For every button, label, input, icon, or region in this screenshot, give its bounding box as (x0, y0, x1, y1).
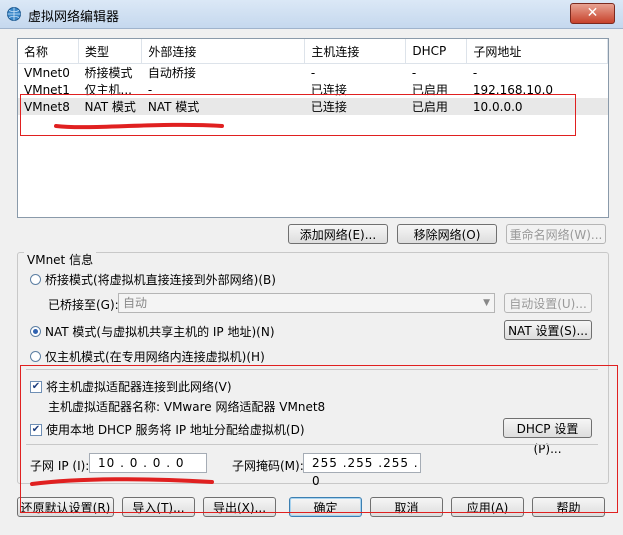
bridged-to-select[interactable]: 自动 ▼ (118, 293, 495, 313)
add-network-button[interactable]: 添加网络(E)... (288, 224, 388, 244)
bridged-to-value: 自动 (123, 296, 148, 310)
host-only-mode-label: 仅主机模式(在专用网络内连接虚拟机)(H) (45, 350, 265, 364)
annotation-underline-vmnet8 (54, 122, 224, 130)
column-header-type[interactable]: 类型 (78, 39, 143, 64)
cell-subnet: - (472, 65, 478, 80)
cell-type: 桥接模式 (84, 66, 133, 80)
close-button[interactable]: ✕ (570, 3, 615, 24)
cell-name: VMnet0 (24, 65, 70, 80)
cell-external: 自动桥接 (147, 66, 196, 80)
rename-network-button[interactable]: 重命名网络(W)... (506, 224, 606, 244)
cell-host: - (310, 65, 316, 80)
column-header-external[interactable]: 外部连接 (141, 39, 306, 64)
vmnet-info-title: VMnet 信息 (24, 251, 97, 268)
radio-indicator (30, 351, 41, 362)
nat-mode-radio[interactable]: NAT 模式(与虚拟机共享主机的 IP 地址)(N) (30, 323, 275, 340)
radio-indicator (30, 274, 41, 285)
column-header-subnet[interactable]: 子网地址 (466, 39, 608, 64)
window-title: 虚拟网络编辑器 (28, 10, 120, 25)
cell-dhcp: - (411, 65, 417, 80)
host-only-mode-radio[interactable]: 仅主机模式(在专用网络内连接虚拟机)(H) (30, 348, 265, 365)
table-header-row: 名称 类型 外部连接 主机连接 DHCP 子网地址 (18, 39, 608, 64)
title-bar: 虚拟网络编辑器 ✕ (0, 0, 623, 29)
bridged-mode-radio[interactable]: 桥接模式(将虚拟机直接连接到外部网络)(B) (30, 271, 276, 288)
nat-mode-label: NAT 模式(与虚拟机共享主机的 IP 地址)(N) (45, 325, 275, 339)
auto-settings-button[interactable]: 自动设置(U)... (504, 293, 592, 313)
network-globe-icon (7, 7, 21, 21)
bridged-mode-label: 桥接模式(将虚拟机直接连接到外部网络)(B) (45, 273, 276, 287)
annotation-underline-subnet-ip (30, 477, 214, 486)
remove-network-button[interactable]: 移除网络(O) (397, 224, 497, 244)
column-header-host[interactable]: 主机连接 (304, 39, 407, 64)
chevron-down-icon: ▼ (483, 298, 490, 308)
virtual-network-editor-window: 虚拟网络编辑器 ✕ 名称 类型 外部连接 主机连接 DHCP 子网地址 VMne… (0, 0, 623, 535)
table-row[interactable]: VMnet0 桥接模式 自动桥接 - - - (18, 64, 608, 82)
annotation-box-settings (20, 365, 618, 513)
radio-indicator (30, 326, 41, 337)
nat-settings-button[interactable]: NAT 设置(S)... (504, 320, 592, 340)
column-header-name[interactable]: 名称 (18, 39, 79, 64)
column-header-dhcp[interactable]: DHCP (405, 39, 468, 64)
bridged-to-label: 已桥接至(G): (48, 298, 119, 312)
